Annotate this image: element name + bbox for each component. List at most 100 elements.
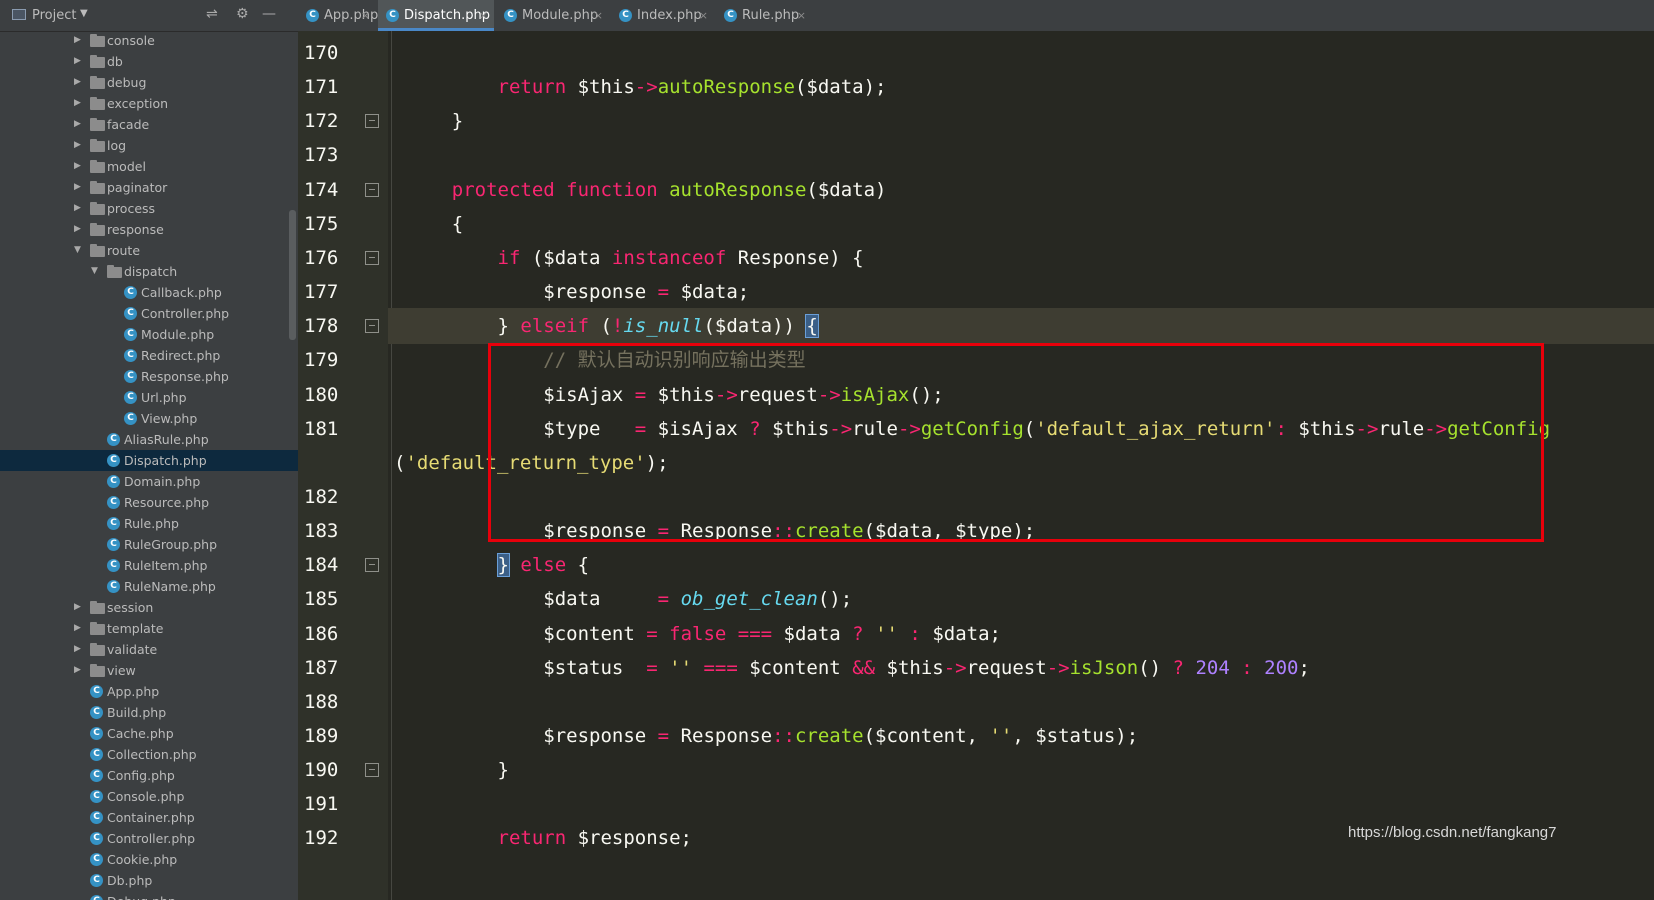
tree-file[interactable]: C Cookie.php xyxy=(0,849,298,870)
code-line[interactable]: $response = Response::create($content, '… xyxy=(406,718,1138,754)
close-icon[interactable]: × xyxy=(594,0,603,31)
tree-file[interactable]: C Build.php xyxy=(0,702,298,723)
tree-file[interactable]: C Console.php xyxy=(0,786,298,807)
tree-file[interactable]: C RuleItem.php xyxy=(0,555,298,576)
tree-file[interactable]: C Response.php xyxy=(0,366,298,387)
tree-file[interactable]: C Debug.php xyxy=(0,891,298,900)
code-line[interactable]: } elseif (!is_null($data)) { xyxy=(406,308,819,344)
collapse-all-icon[interactable]: ⇌ xyxy=(206,6,218,22)
tree-file[interactable]: C App.php xyxy=(0,681,298,702)
tree-folder[interactable]: ▶ validate xyxy=(0,639,298,660)
code-line[interactable]: $response = Response::create($data, $typ… xyxy=(406,513,1035,549)
tree-folder[interactable]: ▶ template xyxy=(0,618,298,639)
tree-file[interactable]: C Db.php xyxy=(0,870,298,891)
tree-file[interactable]: C Collection.php xyxy=(0,744,298,765)
tree-file[interactable]: C Cache.php xyxy=(0,723,298,744)
code-line[interactable]: } xyxy=(406,103,463,139)
fold-marker-icon[interactable] xyxy=(365,319,379,334)
tab-index-php[interactable]: C Index.php × xyxy=(611,0,714,31)
tree-folder[interactable]: ▶ paginator xyxy=(0,177,298,198)
tree-file[interactable]: C Container.php xyxy=(0,807,298,828)
tree-file[interactable]: C Redirect.php xyxy=(0,345,298,366)
tree-file[interactable]: C Url.php xyxy=(0,387,298,408)
code-line[interactable]: protected function autoResponse($data) xyxy=(406,172,887,208)
fold-marker-icon[interactable] xyxy=(365,250,379,265)
tree-file[interactable]: C Controller.php xyxy=(0,828,298,849)
code-line[interactable]: $data = ob_get_clean(); xyxy=(406,581,852,617)
tree-folder[interactable]: ▶ db xyxy=(0,51,298,72)
code-line[interactable]: { xyxy=(406,206,463,242)
code-line[interactable]: return $response; xyxy=(406,820,692,856)
tab-app-php[interactable]: C App.php × xyxy=(298,0,378,31)
tree-folder[interactable]: ▶ session xyxy=(0,597,298,618)
tree-file[interactable]: C Controller.php xyxy=(0,303,298,324)
code-line[interactable]: $type = $isAjax ? $this->rule->getConfig… xyxy=(406,411,1550,447)
collapsed-arrow-icon[interactable]: ▶ xyxy=(74,177,84,198)
tree-file[interactable]: C Module.php xyxy=(0,324,298,345)
code-line[interactable]: $isAjax = $this->request->isAjax(); xyxy=(406,377,943,413)
project-title[interactable]: Project xyxy=(32,8,76,23)
tree-folder[interactable]: ▶ facade xyxy=(0,114,298,135)
tree-folder[interactable]: ▶ console xyxy=(0,30,298,51)
tree-file[interactable]: C AliasRule.php xyxy=(0,429,298,450)
tree-folder[interactable]: ▼ dispatch xyxy=(0,261,298,282)
tree-file[interactable]: C Rule.php xyxy=(0,513,298,534)
chevron-down-icon[interactable]: ▼ xyxy=(80,8,88,19)
collapsed-arrow-icon[interactable]: ▶ xyxy=(74,51,84,72)
tree-folder[interactable]: ▶ process xyxy=(0,198,298,219)
close-icon[interactable]: × xyxy=(797,0,806,31)
tree-file[interactable]: C Domain.php xyxy=(0,471,298,492)
tree-folder[interactable]: ▶ debug xyxy=(0,72,298,93)
collapsed-arrow-icon[interactable]: ▶ xyxy=(74,219,84,240)
tree-folder[interactable]: ▶ exception xyxy=(0,93,298,114)
tree-file[interactable]: C View.php xyxy=(0,408,298,429)
code-line[interactable]: } xyxy=(406,752,509,788)
tree-file[interactable]: C Config.php xyxy=(0,765,298,786)
collapsed-arrow-icon[interactable]: ▶ xyxy=(74,114,84,135)
tree-folder[interactable]: ▶ view xyxy=(0,660,298,681)
close-icon[interactable]: × xyxy=(699,0,708,31)
tree-file[interactable]: C RuleGroup.php xyxy=(0,534,298,555)
fold-marker-icon[interactable] xyxy=(365,182,379,197)
code-line[interactable]: $status = '' === $content && $this->requ… xyxy=(406,650,1310,686)
gear-icon[interactable]: ⚙ xyxy=(236,6,249,22)
code-line[interactable]: // 默认自动识别响应输出类型 xyxy=(406,342,805,378)
collapsed-arrow-icon[interactable]: ▶ xyxy=(74,639,84,660)
collapsed-arrow-icon[interactable]: ▶ xyxy=(74,597,84,618)
expanded-arrow-icon[interactable]: ▼ xyxy=(91,261,101,282)
collapsed-arrow-icon[interactable]: ▶ xyxy=(74,198,84,219)
code-line[interactable]: if ($data instanceof Response) { xyxy=(406,240,864,276)
collapsed-arrow-icon[interactable]: ▶ xyxy=(74,660,84,681)
fold-marker-icon[interactable] xyxy=(365,558,379,573)
code-line[interactable]: ('default_return_type'); xyxy=(394,445,669,481)
tree-file[interactable]: C Callback.php xyxy=(0,282,298,303)
close-icon[interactable]: × xyxy=(479,0,488,31)
tab-module-php[interactable]: C Module.php × xyxy=(496,0,609,31)
fold-marker-icon[interactable] xyxy=(365,763,379,778)
tab-rule-php[interactable]: C Rule.php × xyxy=(716,0,812,31)
collapsed-arrow-icon[interactable]: ▶ xyxy=(74,30,84,51)
collapsed-arrow-icon[interactable]: ▶ xyxy=(74,93,84,114)
tree-file[interactable]: C RuleName.php xyxy=(0,576,298,597)
expanded-arrow-icon[interactable]: ▼ xyxy=(74,240,84,261)
tree-folder[interactable]: ▼ route xyxy=(0,240,298,261)
tree-file[interactable]: C Dispatch.php xyxy=(0,450,298,471)
code-editor[interactable]: 170 171 172 173 174 175 176 177 178 179 180 181 182 1… xyxy=(298,31,1654,900)
collapsed-arrow-icon[interactable]: ▶ xyxy=(74,156,84,177)
code-line[interactable]: } else { xyxy=(406,547,589,583)
code-line[interactable]: return $this->autoResponse($data); xyxy=(406,69,887,105)
tree-scrollbar[interactable] xyxy=(289,210,296,340)
close-icon[interactable]: × xyxy=(361,0,370,31)
tree-folder[interactable]: ▶ model xyxy=(0,156,298,177)
tree-folder[interactable]: ▶ response xyxy=(0,219,298,240)
tree-folder[interactable]: ▶ log xyxy=(0,135,298,156)
code-line[interactable]: $content = false === $data ? '' : $data; xyxy=(406,616,1001,652)
collapsed-arrow-icon[interactable]: ▶ xyxy=(74,618,84,639)
collapsed-arrow-icon[interactable]: ▶ xyxy=(74,135,84,156)
tree-file[interactable]: C Resource.php xyxy=(0,492,298,513)
minimize-icon[interactable]: — xyxy=(262,6,276,22)
tab-dispatch-php[interactable]: C Dispatch.php × xyxy=(378,0,494,31)
collapsed-arrow-icon[interactable]: ▶ xyxy=(74,72,84,93)
fold-marker-icon[interactable] xyxy=(365,114,379,129)
code-line[interactable]: $response = $data; xyxy=(406,274,749,310)
